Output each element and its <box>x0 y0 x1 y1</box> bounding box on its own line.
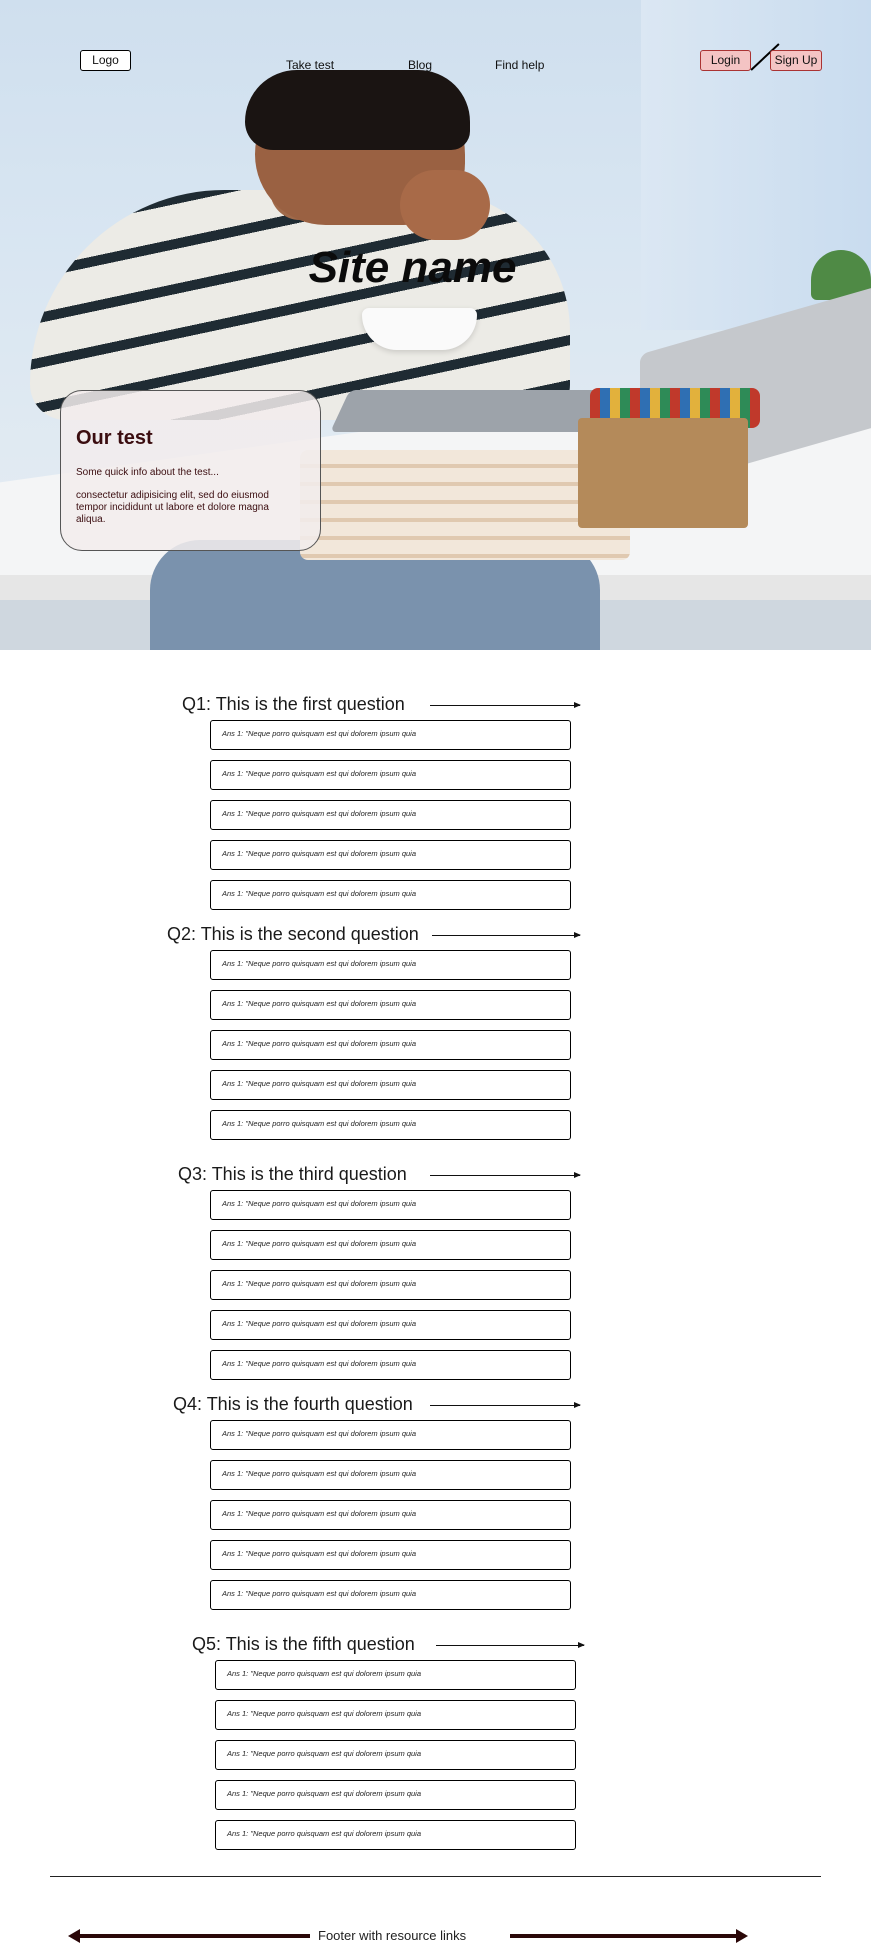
answer-option[interactable]: Ans 1: "Neque porro quisquam est qui dol… <box>210 1310 571 1340</box>
hero-photo-hand <box>400 170 490 240</box>
hero-photo-pencil-box <box>578 418 748 528</box>
question-arrow <box>430 1172 581 1178</box>
answer-option[interactable]: Ans 1: "Neque porro quisquam est qui dol… <box>210 1190 571 1220</box>
hero-photo-hair <box>245 70 470 150</box>
answer-option[interactable]: Ans 1: "Neque porro quisquam est qui dol… <box>215 1660 576 1690</box>
answer-option[interactable]: Ans 1: "Neque porro quisquam est qui dol… <box>210 1500 571 1530</box>
answer-option[interactable]: Ans 1: "Neque porro quisquam est qui dol… <box>210 1230 571 1260</box>
answer-option[interactable]: Ans 1: "Neque porro quisquam est qui dol… <box>210 1540 571 1570</box>
answer-option[interactable]: Ans 1: "Neque porro quisquam est qui dol… <box>210 1270 571 1300</box>
site-name: Site name <box>308 243 517 292</box>
logo[interactable]: Logo <box>80 50 131 71</box>
question-title: Q3: This is the third question <box>178 1164 407 1184</box>
answer-option[interactable]: Ans 1: "Neque porro quisquam est qui dol… <box>215 1700 576 1730</box>
login-button[interactable]: Login <box>700 50 751 71</box>
footer-divider <box>50 1876 821 1877</box>
signup-button[interactable]: Sign Up <box>770 50 822 71</box>
nav-find-help-link[interactable]: Find help <box>495 58 544 72</box>
answer-option[interactable]: Ans 1: "Neque porro quisquam est qui dol… <box>210 990 571 1020</box>
info-card-body: consectetur adipisicing elit, sed do eiu… <box>76 490 269 525</box>
answer-option[interactable]: Ans 1: "Neque porro quisquam est qui dol… <box>210 1030 571 1060</box>
answer-option[interactable]: Ans 1: "Neque porro quisquam est qui dol… <box>210 840 571 870</box>
answer-option[interactable]: Ans 1: "Neque porro quisquam est qui dol… <box>210 1070 571 1100</box>
nav-take-test-link[interactable]: Take test <box>286 58 334 72</box>
question-arrow <box>430 1402 581 1408</box>
question-title: Q2: This is the second question <box>167 924 419 944</box>
answer-option[interactable]: Ans 1: "Neque porro quisquam est qui dol… <box>215 1740 576 1770</box>
question-arrow <box>430 702 581 708</box>
answer-option[interactable]: Ans 1: "Neque porro quisquam est qui dol… <box>210 720 571 750</box>
answer-option[interactable]: Ans 1: "Neque porro quisquam est qui dol… <box>215 1780 576 1810</box>
hero-photo-cup <box>362 308 477 350</box>
hero-section: Logo Take test Blog Find help Login Sign… <box>0 0 871 650</box>
answer-option[interactable]: Ans 1: "Neque porro quisquam est qui dol… <box>210 950 571 980</box>
hero-photo-sweater <box>30 190 570 420</box>
question-arrow <box>436 1642 585 1648</box>
answer-option[interactable]: Ans 1: "Neque porro quisquam est qui dol… <box>210 1580 571 1610</box>
footer-right-arrow <box>510 1929 748 1943</box>
answer-option[interactable]: Ans 1: "Neque porro quisquam est qui dol… <box>210 760 571 790</box>
answer-option[interactable]: Ans 1: "Neque porro quisquam est qui dol… <box>210 1350 571 1380</box>
info-card-title: Our test <box>76 427 153 449</box>
footer-text: Footer with resource links <box>318 1928 467 1943</box>
question-arrow <box>432 932 581 938</box>
info-card-subtitle: Some quick info about the test... <box>76 467 219 478</box>
answer-option[interactable]: Ans 1: "Neque porro quisquam est qui dol… <box>210 1420 571 1450</box>
question-title: Q5: This is the fifth question <box>192 1634 415 1654</box>
answer-option[interactable]: Ans 1: "Neque porro quisquam est qui dol… <box>210 800 571 830</box>
question-title: Q4: This is the fourth question <box>173 1394 413 1414</box>
answer-option[interactable]: Ans 1: "Neque porro quisquam est qui dol… <box>210 880 571 910</box>
info-card: Our test Some quick info about the test.… <box>60 390 321 551</box>
answer-option[interactable]: Ans 1: "Neque porro quisquam est qui dol… <box>215 1820 576 1850</box>
answer-option[interactable]: Ans 1: "Neque porro quisquam est qui dol… <box>210 1460 571 1490</box>
question-title: Q1: This is the first question <box>182 694 405 714</box>
answer-option[interactable]: Ans 1: "Neque porro quisquam est qui dol… <box>210 1110 571 1140</box>
footer-left-arrow <box>68 1929 310 1943</box>
nav-blog-link[interactable]: Blog <box>408 58 432 72</box>
